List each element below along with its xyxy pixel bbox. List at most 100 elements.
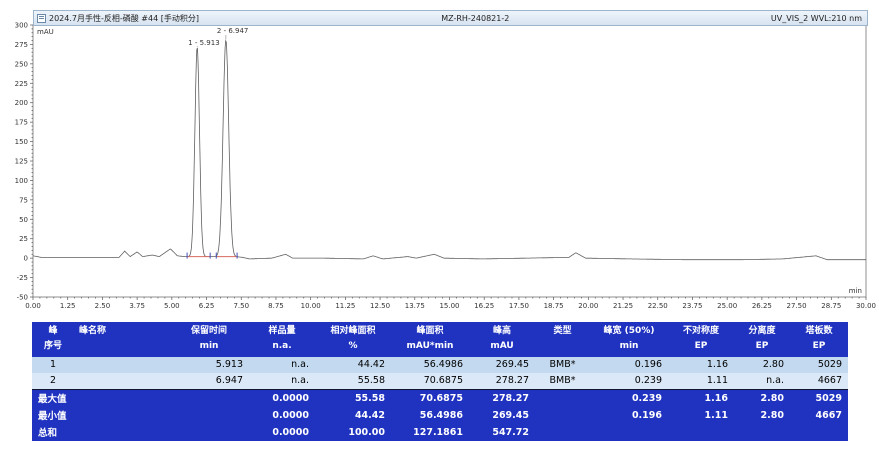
table-cell: 1.16 [668,389,734,407]
y-tick-label: 200 [15,99,28,107]
x-tick-label: 20.00 [578,302,598,310]
column-header: 分离度EP [734,322,790,357]
table-cell: 55.58 [315,389,391,407]
table-cell: 4667 [790,407,848,424]
x-tick-label: 5.00 [164,302,180,310]
summary-row: 最大值 0.000055.5870.6875278.27 0.2391.162.… [32,389,848,407]
table-cell: n.a. [249,373,315,390]
table-cell [74,357,169,373]
summary-label: 最小值 [32,407,169,424]
peak-label: 2 - 6.947 [217,27,248,35]
x-tick-label: 23.75 [682,302,702,310]
table-cell: 0.196 [590,407,668,424]
x-tick-label: 13.75 [405,302,425,310]
injection-icon [37,14,46,23]
table-cell: 44.42 [315,407,391,424]
column-header: 峰序号 [32,322,74,357]
channel-label: UV_VIS_2 WVL:210 nm [604,14,867,23]
table-cell: 5029 [790,389,848,407]
table-cell: 278.27 [469,389,535,407]
y-tick-label: -25 [17,274,28,282]
table-cell: 269.45 [469,407,535,424]
table-cell: 44.42 [315,357,391,373]
table-cell: 2.80 [734,407,790,424]
y-axis-unit: mAU [37,28,54,36]
column-header: 峰名称 [74,322,169,357]
table-cell: 127.1861 [391,424,469,441]
y-tick-label: 300 [15,22,28,30]
table-cell: 269.45 [469,357,535,373]
injection-title: 2024.7月手性-反相-磷酸 #44 [手动积分] [49,13,199,24]
x-tick-label: 8.75 [268,302,284,310]
peak-results-table: 峰序号峰名称 保留时间min样品量n.a.相对峰面积%峰面积mAU*min峰高m… [32,322,848,441]
table-cell: 5029 [790,357,848,373]
x-tick-label: 21.25 [613,302,633,310]
y-tick-label: 250 [15,60,28,68]
table-cell: 0.196 [590,357,668,373]
x-tick-label: 18.75 [544,302,564,310]
x-tick-label: 28.75 [821,302,841,310]
table-cell [535,389,590,407]
x-tick-label: 25.00 [717,302,737,310]
x-tick-label: 11.25 [335,302,355,310]
table-cell [535,407,590,424]
column-header: 峰高mAU [469,322,535,357]
sample-name: MZ-RH-240821-2 [346,14,604,23]
y-tick-label: 150 [15,138,28,146]
summary-label: 最大值 [32,389,169,407]
table-cell [590,424,668,441]
table-cell [169,424,249,441]
table-cell: 5.913 [169,357,249,373]
table-cell: 1.11 [668,373,734,390]
table-cell [535,424,590,441]
x-tick-label: 2.50 [95,302,111,310]
summary-label: 总和 [32,424,169,441]
table-cell: 70.6875 [391,373,469,390]
x-tick-label: 22.50 [648,302,668,310]
table-cell: n.a. [249,357,315,373]
x-tick-label: 7.50 [233,302,249,310]
y-tick-label: 275 [15,41,28,49]
table-cell: 56.4986 [391,407,469,424]
x-tick-label: 10.00 [301,302,321,310]
x-tick-label: 6.25 [199,302,215,310]
table-cell: 55.58 [315,373,391,390]
y-tick-label: 225 [15,80,28,88]
table-header-row: 峰序号峰名称 保留时间min样品量n.a.相对峰面积%峰面积mAU*min峰高m… [32,322,848,357]
table-cell: 6.947 [169,373,249,390]
x-tick-label: 27.50 [787,302,807,310]
table-cell: 1 [32,357,74,373]
table-cell: 4667 [790,373,848,390]
y-tick-label: 100 [15,177,28,185]
table-cell: 70.6875 [391,389,469,407]
x-axis-unit: min [849,287,862,295]
table-cell [169,389,249,407]
table-cell [668,424,734,441]
y-tick-label: 0 [24,255,28,263]
table-cell [734,424,790,441]
y-tick-label: 25 [19,235,28,243]
column-header: 塔板数EP [790,322,848,357]
x-tick-label: 16.25 [474,302,494,310]
x-tick-label: 1.25 [60,302,76,310]
y-tick-label: 50 [19,216,28,224]
table-cell: BMB* [535,357,590,373]
column-header: 峰宽 (50%)min [590,322,668,357]
column-header: 样品量n.a. [249,322,315,357]
plot-title-bar: 2024.7月手性-反相-磷酸 #44 [手动积分] MZ-RH-240821-… [33,10,868,26]
table-cell: 2 [32,373,74,390]
x-tick-label: 26.25 [752,302,772,310]
table-cell: BMB* [535,373,590,390]
table-cell: 278.27 [469,373,535,390]
chromatogram-trace [33,41,866,260]
table-cell: 547.72 [469,424,535,441]
table-cell: 0.0000 [249,424,315,441]
column-header: 类型 [535,322,590,357]
table-cell: 100.00 [315,424,391,441]
table-cell: 0.239 [590,373,668,390]
x-tick-label: 0.00 [25,302,41,310]
table-cell: 1.16 [668,357,734,373]
peak-row: 1 5.913n.a.44.4256.4986269.45BMB*0.1961.… [32,357,848,373]
column-header: 峰面积mAU*min [391,322,469,357]
chromatogram-plot: -50-250255075100125150175200225250275300… [0,0,879,316]
